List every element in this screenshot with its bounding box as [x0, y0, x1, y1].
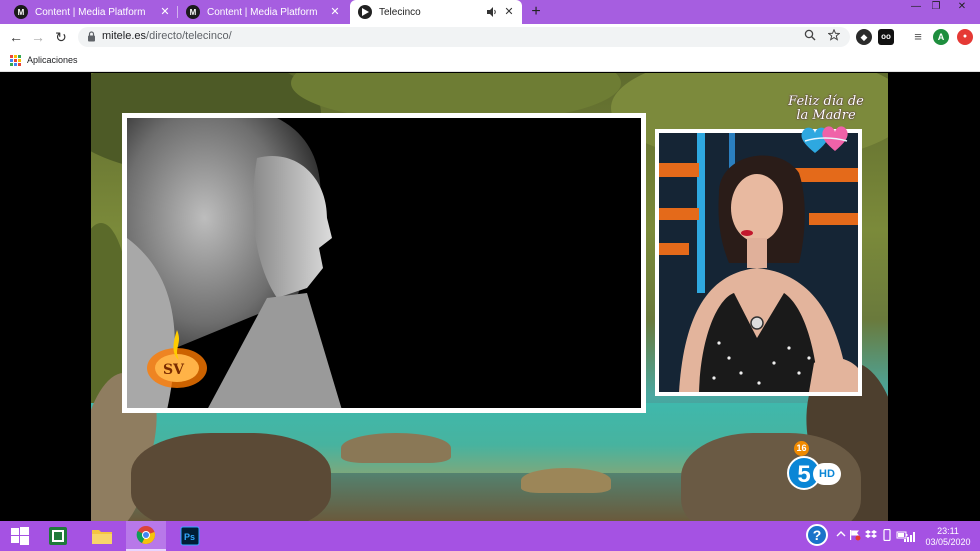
rock — [521, 468, 611, 493]
tab-title: Content | Media Platform — [207, 6, 318, 18]
red-extension-icon[interactable]: ● — [957, 29, 973, 45]
new-tab-button[interactable]: + — [526, 2, 546, 22]
windows-start-icon[interactable] — [0, 521, 40, 551]
excel-icon[interactable] — [38, 521, 78, 551]
tree-roots — [131, 433, 331, 521]
mothers-day-overlay: Feliz día de la Madre — [771, 95, 881, 159]
oo-extension-icon[interactable]: oo — [878, 29, 894, 45]
url-host: mitele.es — [102, 30, 147, 42]
bookmarks-bar: Aplicaciones — [0, 50, 980, 72]
studio-guest-image — [659, 133, 858, 392]
apps-bookmark[interactable]: Aplicaciones — [27, 55, 78, 65]
media-platform-favicon-icon: M — [14, 5, 28, 19]
help-icon[interactable]: ? — [806, 524, 828, 546]
windows-taskbar: Ps ? 23:11 03/05/2020 — [0, 521, 980, 551]
tab-content-media-platform-1[interactable]: M Content | Media Platform ✕ — [6, 0, 178, 24]
clock-time: 23:11 — [937, 526, 959, 536]
tab-close-icon[interactable]: ✕ — [158, 5, 172, 19]
profile-avatar[interactable]: A — [933, 29, 949, 45]
url-path: /directo/telecinco/ — [146, 30, 232, 42]
magnifier-icon[interactable] — [802, 29, 818, 45]
svg-text:SV: SV — [163, 362, 185, 378]
mothers-day-line2: la Madre — [796, 108, 856, 123]
restore-button[interactable]: ❐ — [926, 0, 946, 14]
wifi-icon[interactable] — [903, 530, 917, 544]
system-clock[interactable]: 23:11 03/05/2020 — [920, 526, 976, 548]
speaker-icon[interactable] — [486, 6, 498, 18]
apps-grid-icon[interactable] — [10, 55, 21, 66]
tab-close-icon[interactable]: ✕ — [502, 5, 516, 19]
tab-title: Content | Media Platform — [35, 6, 146, 18]
tab-content-media-platform-2[interactable]: M Content | Media Platform ✕ — [178, 0, 348, 24]
photoshop-label: Ps — [184, 532, 195, 542]
lock-icon[interactable] — [87, 31, 96, 42]
telecinco-favicon-icon — [358, 5, 372, 19]
tab-telecinco[interactable]: Telecinco ✕ — [350, 0, 522, 24]
shield-extension-icon[interactable]: ◆ — [856, 29, 872, 45]
mothers-day-line1: Feliz día de — [788, 94, 864, 109]
age-rating-badge: 16 — [794, 441, 809, 456]
address-bar[interactable]: mitele.es/directo/telecinco/ — [78, 27, 850, 47]
chrome-icon[interactable] — [126, 521, 166, 551]
star-icon[interactable] — [826, 28, 842, 45]
reload-button[interactable]: ↻ — [51, 27, 71, 47]
hearts-icon — [801, 126, 848, 153]
file-explorer-icon[interactable] — [82, 521, 122, 551]
hd-badge: HD — [813, 463, 841, 485]
forward-button[interactable]: → — [28, 27, 48, 47]
clock-date: 03/05/2020 — [925, 537, 971, 547]
chevron-up-icon[interactable] — [834, 529, 848, 543]
photoshop-icon[interactable]: Ps — [170, 521, 210, 551]
url-text[interactable]: mitele.es/directo/telecinco/ — [102, 30, 232, 42]
flag-notification-icon[interactable] — [848, 529, 862, 543]
tab-close-icon[interactable]: ✕ — [328, 5, 342, 19]
back-button[interactable]: ← — [6, 27, 26, 47]
media-platform-favicon-icon: M — [186, 5, 200, 19]
night-camera-feed: SV — [122, 113, 646, 413]
browser-toolbar: ← → ↻ mitele.es/directo/telecinco/ ◆ oo … — [0, 24, 980, 50]
studio-guest-feed — [655, 129, 862, 396]
playlist-icon[interactable]: ≡ — [910, 29, 926, 45]
minimize-button[interactable]: — — [906, 0, 926, 14]
tab-title: Telecinco — [379, 6, 421, 18]
tab-strip: M Content | Media Platform ✕ M Content |… — [0, 0, 980, 24]
supervivientes-logo-icon: SV — [147, 330, 207, 388]
mobile-device-icon[interactable] — [880, 528, 894, 543]
close-window-button[interactable]: ✕ — [952, 0, 972, 14]
video-player[interactable]: SV Feliz día de la Madre 16 5 HD — [91, 73, 888, 521]
dropbox-icon[interactable] — [864, 529, 878, 543]
rock — [341, 433, 451, 463]
